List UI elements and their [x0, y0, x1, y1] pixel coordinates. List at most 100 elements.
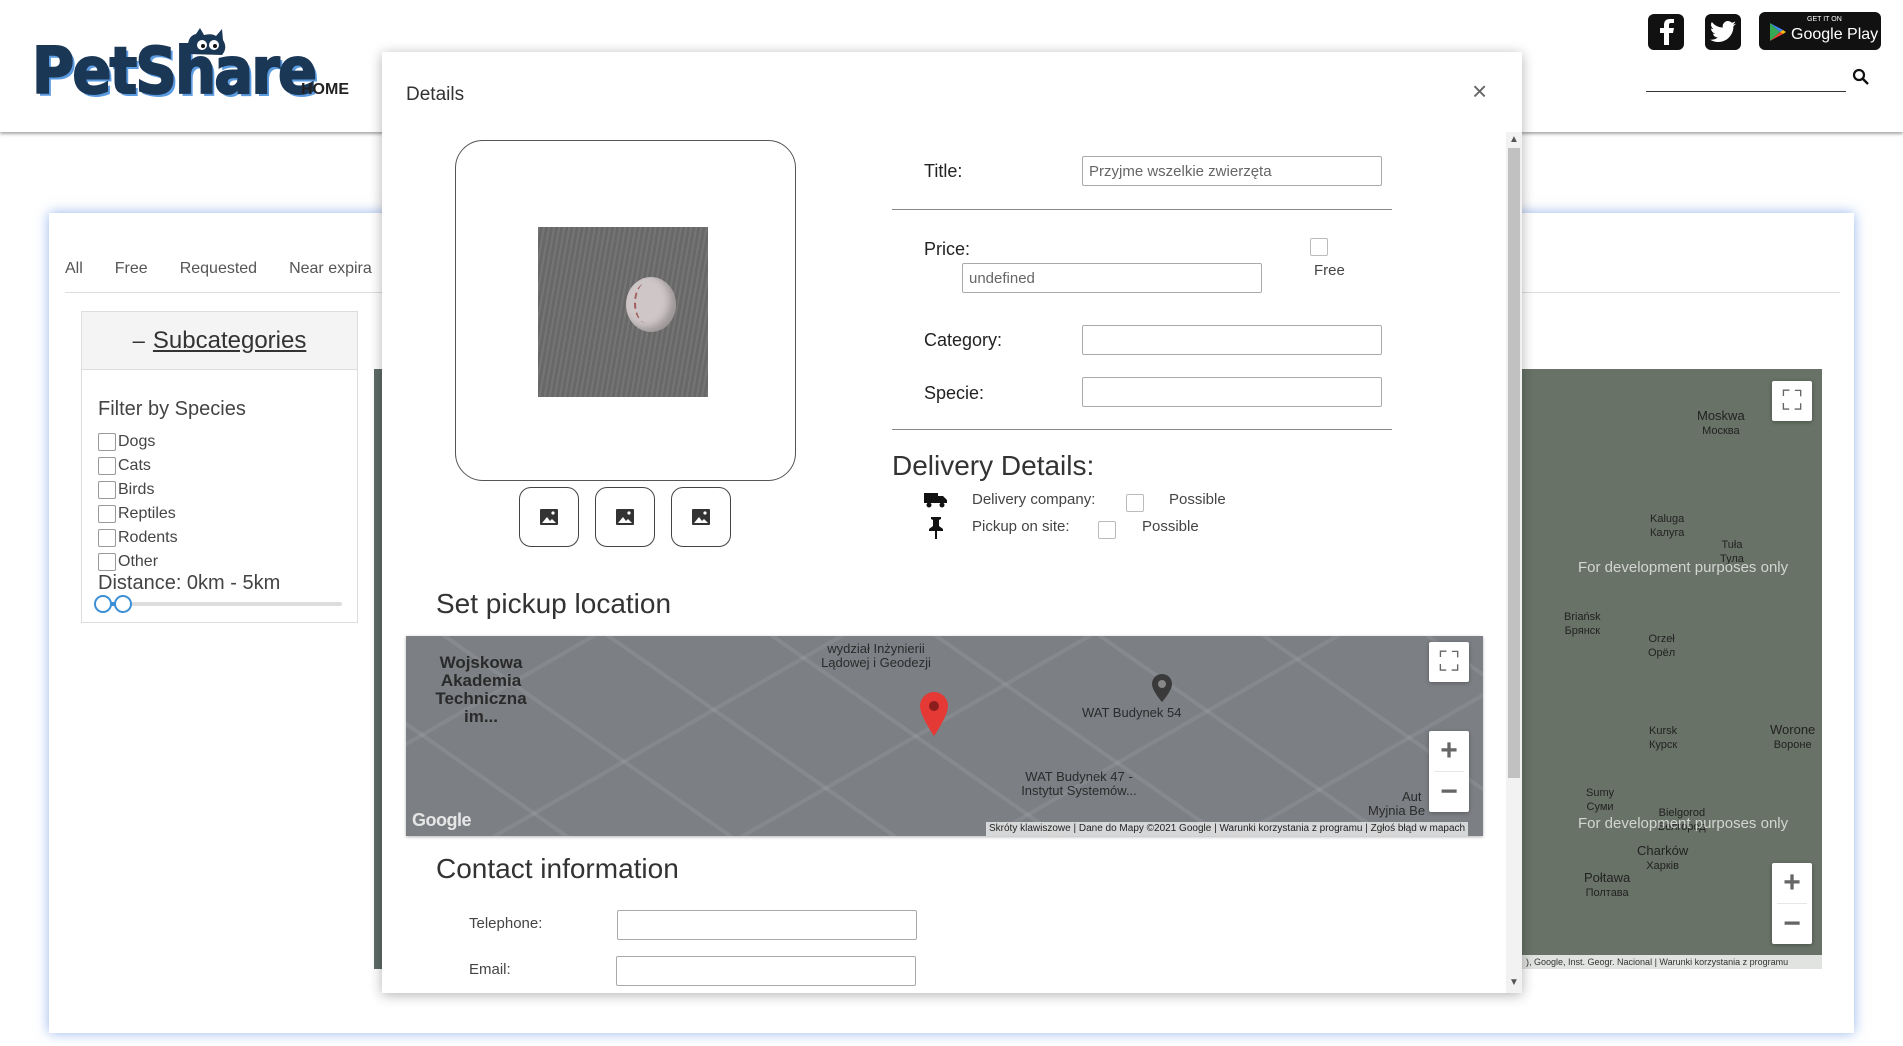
filter-header[interactable]: – Subcategories	[82, 312, 357, 370]
details-modal: Details × Title: Price: Free Category: S…	[382, 52, 1522, 993]
email-label: Email:	[469, 961, 511, 978]
tab-requested[interactable]: Requested	[180, 260, 257, 278]
pet-photo	[538, 227, 708, 397]
telephone-label: Telephone:	[469, 915, 543, 932]
city-label: Charków Харків	[1637, 843, 1689, 873]
modal-title: Details	[406, 84, 465, 105]
filter-species-label: Filter by Species	[98, 398, 246, 420]
map-label: Myjnia Be	[1368, 803, 1426, 818]
listing-tabs: All Free Requested Near expira	[65, 260, 404, 278]
delivery-company-checkbox[interactable]	[1126, 494, 1144, 512]
species-label: Reptiles	[118, 505, 176, 522]
city-label: Worone Вороне	[1770, 722, 1816, 752]
category-input[interactable]	[1082, 325, 1382, 355]
pickup-map[interactable]: Wojskowa Akademia Techniczna im... wydzi…	[406, 636, 1483, 836]
title-input[interactable]	[1082, 156, 1382, 186]
zoom-control[interactable]: + −	[1772, 863, 1812, 944]
species-label: Other	[118, 553, 159, 570]
scroll-up-icon[interactable]: ▲	[1509, 134, 1519, 145]
slider-max-handle[interactable]	[114, 595, 132, 613]
title-label: Title:	[924, 161, 963, 181]
zoom-out-button[interactable]: −	[1429, 772, 1469, 812]
city-label: Sumy Суми	[1586, 787, 1615, 814]
twitter-icon[interactable]	[1705, 14, 1741, 50]
divider	[892, 429, 1392, 430]
overview-map[interactable]: Moskwa Москва Kaluga Калуга Tuła Тула For d…	[1522, 369, 1822, 969]
zoom-out-button[interactable]: −	[1772, 904, 1812, 944]
place-marker-icon	[1152, 674, 1172, 702]
listings-map-edge	[374, 369, 382, 969]
checkbox[interactable]	[98, 457, 116, 475]
image-slot-button[interactable]	[519, 487, 579, 547]
location-pin-icon[interactable]	[920, 692, 948, 736]
scrollbar-thumb[interactable]	[1508, 148, 1520, 778]
fullscreen-button[interactable]: ⛶	[1429, 642, 1469, 682]
modal-scrollbar[interactable]: ▲ ▼	[1506, 132, 1522, 993]
play-store-icon	[1770, 23, 1786, 41]
species-cats[interactable]: Cats	[98, 454, 178, 478]
tab-free[interactable]: Free	[115, 260, 148, 278]
telephone-input[interactable]	[617, 910, 917, 940]
city-label: Kaluga Калуга	[1650, 513, 1685, 540]
city-label: Połtawa Полтава	[1584, 870, 1631, 900]
city-label: Briańsk Брянск	[1564, 611, 1601, 638]
zoom-in-button[interactable]: +	[1772, 863, 1812, 903]
zoom-control[interactable]: + −	[1429, 731, 1469, 812]
image-icon	[616, 509, 634, 525]
species-list: Dogs Cats Birds Reptiles Rodents Other	[98, 430, 178, 574]
checkbox[interactable]	[98, 481, 116, 499]
image-slot-button[interactable]	[595, 487, 655, 547]
tab-near-expiration[interactable]: Near expira	[289, 260, 372, 278]
checkbox[interactable]	[98, 505, 116, 523]
species-rodents[interactable]: Rodents	[98, 526, 178, 550]
fullscreen-button[interactable]: ⛶	[1772, 381, 1812, 421]
slider-min-handle[interactable]	[94, 595, 112, 613]
delivery-company-label: Delivery company:	[972, 491, 1096, 508]
google-play-button[interactable]: GET IT ON Google Play	[1759, 12, 1881, 50]
image-slot-button[interactable]	[671, 487, 731, 547]
species-label: Dogs	[118, 433, 156, 450]
pickup-location-title: Set pickup location	[436, 588, 672, 619]
pickup-label: Pickup on site:	[972, 518, 1070, 535]
specie-input[interactable]	[1082, 377, 1382, 407]
email-input[interactable]	[616, 956, 916, 986]
close-icon[interactable]: ×	[1472, 78, 1487, 104]
pickup-option: Possible	[1142, 518, 1199, 535]
price-input[interactable]	[962, 263, 1262, 293]
map-label: WAT Budynek 47 - Instytut Systemów...	[1021, 769, 1137, 799]
price-label: Price:	[924, 239, 971, 259]
checkbox[interactable]	[98, 529, 116, 547]
photo-preview-frame[interactable]	[455, 140, 796, 481]
category-label: Category:	[924, 330, 1003, 350]
map-label: Wojskowa Akademia Techniczna im...	[435, 653, 527, 726]
species-reptiles[interactable]: Reptiles	[98, 502, 178, 526]
checkbox[interactable]	[98, 433, 116, 451]
map-label: wydział Inżynierii Lądowej i Geodezji	[821, 641, 931, 671]
species-other[interactable]: Other	[98, 550, 178, 574]
checkbox[interactable]	[98, 553, 116, 571]
distance-slider[interactable]	[94, 595, 342, 613]
species-label: Rodents	[118, 529, 178, 546]
map-attribution: ), Google, Inst. Geogr. Nacional | Warun…	[1522, 955, 1822, 969]
nav-home-link[interactable]: HOME	[301, 81, 349, 99]
pushpin-icon	[929, 517, 943, 539]
image-icon	[692, 509, 710, 525]
free-checkbox[interactable]	[1310, 238, 1328, 256]
species-birds[interactable]: Birds	[98, 478, 178, 502]
petshare-logo[interactable]: PetShare	[31, 28, 318, 110]
filter-panel: – Subcategories Filter by Species Dogs C…	[81, 311, 358, 623]
facebook-icon[interactable]	[1648, 14, 1684, 50]
search-icon[interactable]	[1852, 68, 1870, 86]
city-label: Moskwa Москва	[1697, 408, 1745, 438]
cat-icon	[187, 28, 226, 55]
map-attribution: Skróty klawiszowe | Dane do Mapy ©2021 G…	[986, 822, 1469, 836]
tab-all[interactable]: All	[65, 260, 83, 278]
species-label: Cats	[118, 457, 151, 474]
search-input[interactable]	[1646, 90, 1846, 92]
zoom-in-button[interactable]: +	[1429, 731, 1469, 771]
pickup-checkbox[interactable]	[1098, 521, 1116, 539]
species-dogs[interactable]: Dogs	[98, 430, 178, 454]
scroll-down-icon[interactable]: ▼	[1509, 977, 1519, 988]
filter-title[interactable]: Subcategories	[153, 327, 306, 355]
collapse-icon[interactable]: –	[133, 328, 145, 354]
